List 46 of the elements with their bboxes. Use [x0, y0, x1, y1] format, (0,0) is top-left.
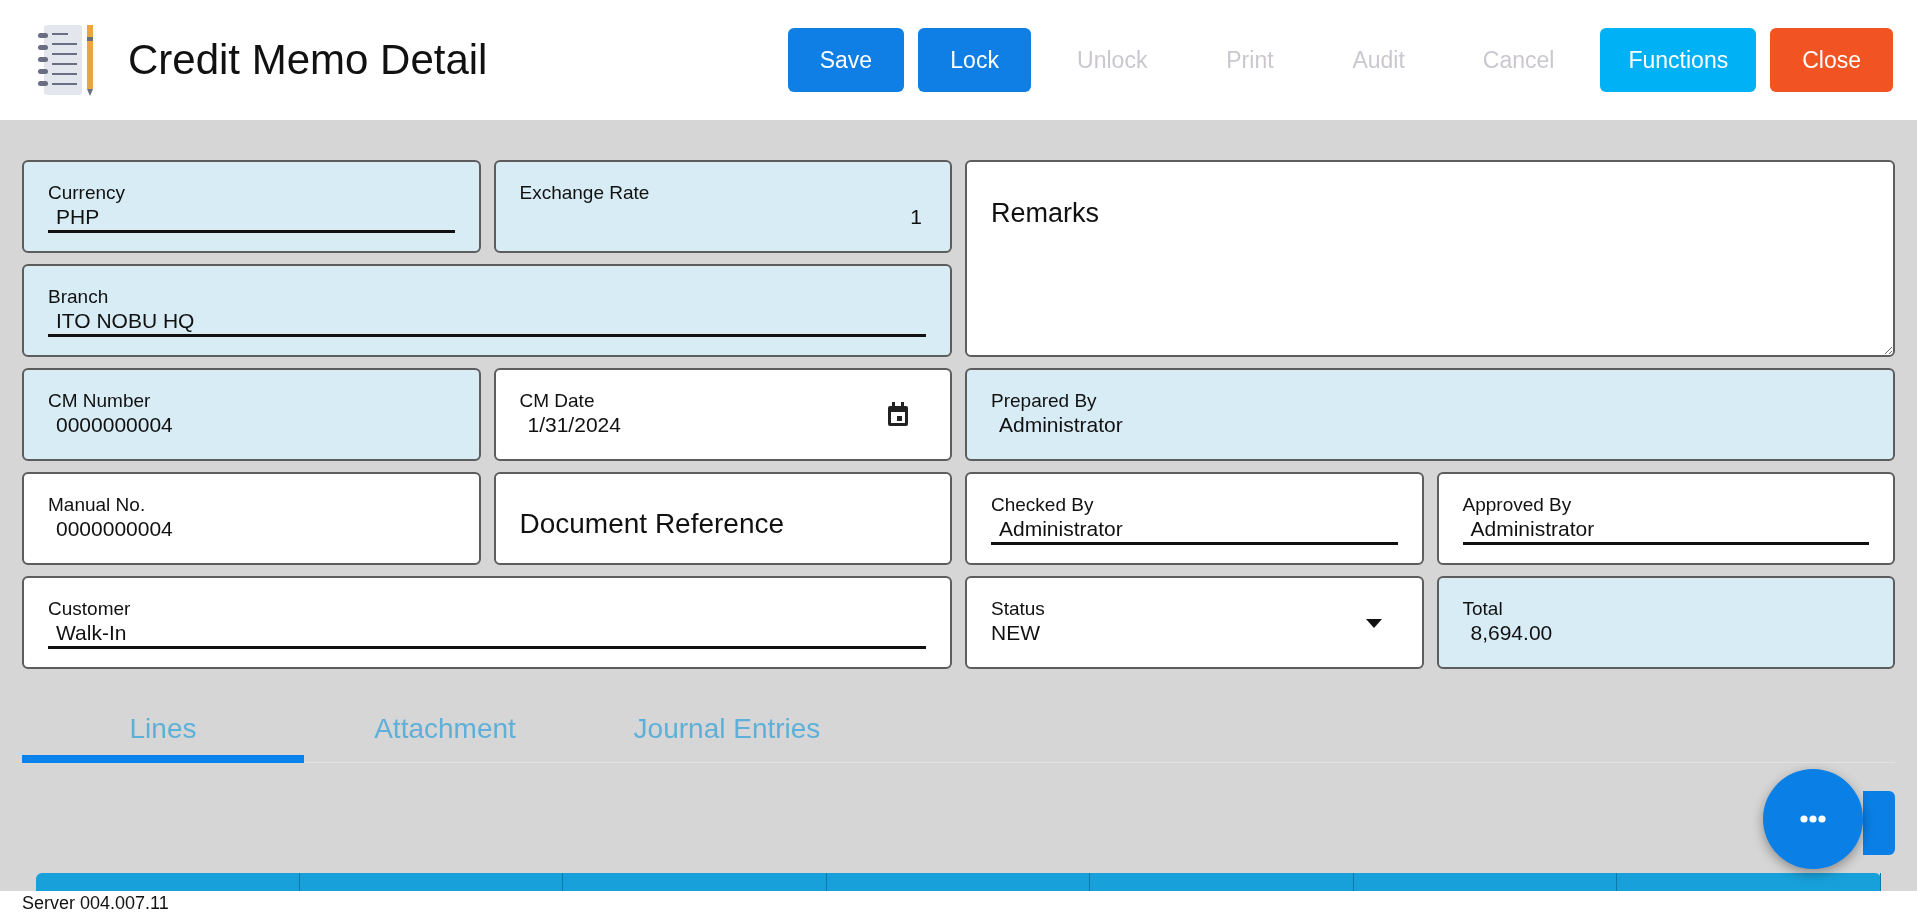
field-label: Manual No. [48, 494, 146, 516]
more-button[interactable] [1763, 769, 1863, 869]
input-field[interactable]: CM Date 1/31/2024 [493, 368, 952, 461]
field-value: NEW [991, 621, 1040, 645]
field-label: Approved By [1462, 494, 1572, 516]
field-label: Prepared By [991, 390, 1097, 412]
input-field[interactable]: Prepared By Administrator [965, 368, 1895, 461]
dropdown-field[interactable]: Status NEW [965, 576, 1424, 669]
field-value: 0000000004 [56, 517, 173, 541]
field-value: 0000000004 [56, 413, 173, 437]
field-value: ITO NOBU HQ [56, 309, 195, 333]
field-value: PHP [56, 205, 100, 229]
field-value: Walk-In [56, 621, 127, 645]
input-field[interactable]: Currency PHP [22, 160, 481, 253]
server-version: Server 004.007.11 [0, 891, 1917, 912]
input-field[interactable]: Approved By Administrator [1436, 472, 1895, 565]
input-field[interactable]: CM Number 0000000004 [22, 368, 481, 461]
field-label: CM Number [48, 390, 151, 412]
input-field[interactable]: Total 8,694.00 [1436, 576, 1895, 669]
field-value: Administrator [999, 517, 1123, 541]
field-label: Total [1462, 598, 1503, 620]
field-label: Status [991, 598, 1045, 620]
field-value: 1 [910, 205, 923, 229]
field-value: Administrator [1470, 517, 1595, 541]
input-field[interactable]: Manual No. 0000000004 [22, 472, 481, 565]
field-label: Currency [48, 182, 126, 204]
input-field[interactable]: Exchange Rate 1 [493, 160, 952, 253]
input-field[interactable]: Document Reference [495, 474, 950, 563]
page-title: Credit Memo Detail [128, 36, 488, 84]
action-button[interactable]: Lock [918, 28, 1032, 92]
action-button[interactable]: Save [787, 28, 905, 92]
field-label: Exchange Rate [519, 182, 650, 204]
caret-icon[interactable] [1365, 618, 1382, 628]
field-value: 8,694.00 [1470, 621, 1553, 645]
field-label: CM Date [519, 390, 595, 412]
field-label: Branch [48, 286, 109, 308]
more-icon [1800, 815, 1826, 823]
field-value: Administrator [999, 413, 1123, 437]
input-field[interactable]: Customer Walk-In [22, 576, 952, 669]
input-field[interactable]: Checked By Administrator [965, 472, 1424, 565]
field-label: Checked By [991, 494, 1094, 516]
input-field[interactable]: Branch ITO NOBU HQ [22, 264, 952, 357]
remarks-field[interactable]: Remarks [967, 162, 1893, 355]
field-label: Customer [48, 598, 131, 620]
calendar-icon[interactable] [886, 402, 910, 428]
field-value: 1/31/2024 [527, 413, 621, 437]
